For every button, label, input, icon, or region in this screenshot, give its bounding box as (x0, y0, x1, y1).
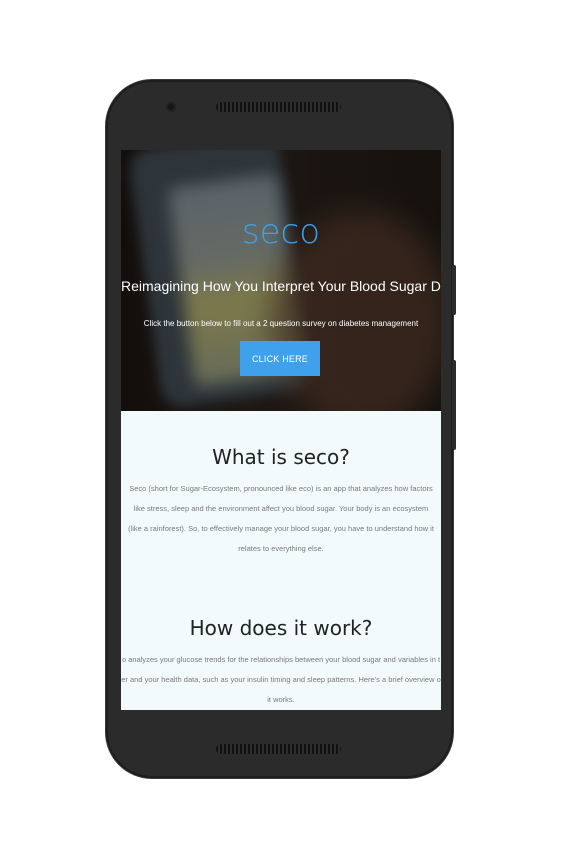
how-it-works-section: How does it work? o analyzes your glucos… (121, 616, 441, 710)
how-it-works-line-3: it works. (267, 695, 295, 704)
how-it-works-line-2: er and your health data, such as your in… (121, 675, 441, 684)
how-it-works-heading: How does it work? (189, 616, 373, 640)
what-is-seco-body: Seco (short for Sugar-Ecosystem, pronoun… (128, 484, 434, 553)
power-button (452, 265, 456, 315)
phone-screen: seco Reimagining How You Interpret Your … (121, 150, 441, 710)
hero-subtext: Click the button below to fill out a 2 q… (143, 319, 419, 328)
front-camera (166, 102, 176, 112)
hero-banner: seco Reimagining How You Interpret Your … (121, 150, 441, 411)
click-here-button[interactable]: CLICK HERE (240, 341, 320, 376)
how-it-works-line-1: o analyzes your glucose trends for the r… (121, 655, 441, 664)
what-is-seco-heading: What is seco? (212, 445, 350, 469)
what-is-seco-section: What is seco? Seco (short for Sugar-Ecos… (121, 445, 441, 559)
phone-frame: seco Reimagining How You Interpret Your … (106, 80, 453, 778)
brand-title: seco (241, 212, 321, 252)
bottom-speaker-grille (216, 744, 341, 754)
volume-button (452, 360, 456, 450)
top-speaker-grille (216, 102, 341, 112)
hero-tagline: Reimagining How You Interpret Your Blood… (121, 278, 441, 294)
how-it-works-body: o analyzes your glucose trends for the r… (121, 650, 441, 710)
